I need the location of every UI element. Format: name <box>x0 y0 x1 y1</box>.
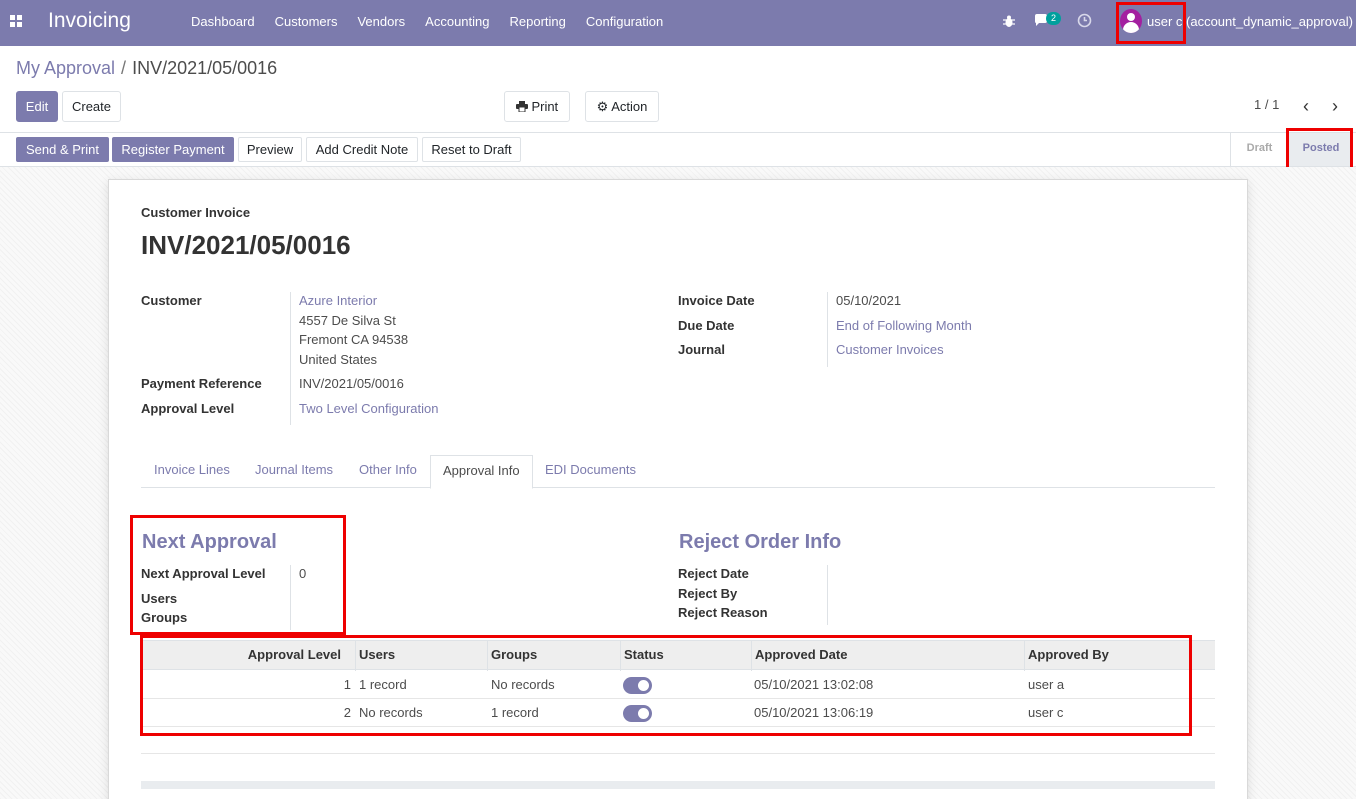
pager-previous-icon[interactable]: ‹ <box>1303 96 1309 117</box>
notebook-tabs: Invoice Lines Journal Items Other Info A… <box>141 455 1215 489</box>
breadcrumb: My Approval / INV/2021/05/0016 <box>16 58 277 79</box>
tab-edi-documents[interactable]: EDI Documents <box>533 455 648 488</box>
preview-button[interactable]: Preview <box>238 137 302 162</box>
invoice-number: INV/2021/05/0016 <box>141 230 351 260</box>
highlight-posted <box>1286 128 1353 171</box>
action-button[interactable]: ⚙ Action <box>585 91 659 122</box>
invoice-date-label: Invoice Date <box>678 293 755 308</box>
print-button[interactable]: Print <box>504 91 570 122</box>
customer-address-line: 4557 De Silva St <box>299 313 396 328</box>
reject-by-label: Reject By <box>678 586 738 601</box>
tab-other-info[interactable]: Other Info <box>347 455 429 488</box>
menu-dashboard[interactable]: Dashboard <box>181 0 265 46</box>
stage-draft[interactable]: Draft <box>1230 133 1288 166</box>
pager-next-icon[interactable]: › <box>1332 96 1338 117</box>
customer-name[interactable]: Azure Interior <box>299 293 377 308</box>
field-divider <box>827 292 828 367</box>
breadcrumb-current: INV/2021/05/0016 <box>132 58 278 78</box>
approval-level-value[interactable]: Two Level Configuration <box>299 401 438 416</box>
due-date-label: Due Date <box>678 318 735 333</box>
action-label: Action <box>611 99 648 114</box>
highlight-approval-table <box>140 635 1192 736</box>
print-label: Print <box>531 99 559 114</box>
customer-address-line: United States <box>299 352 378 367</box>
highlight-next-approval <box>130 515 346 635</box>
payment-reference-value: INV/2021/05/0016 <box>299 376 404 391</box>
field-divider <box>290 292 291 425</box>
invoice-type: Customer Invoice <box>141 205 251 220</box>
breadcrumb-parent[interactable]: My Approval <box>16 58 115 78</box>
apps-menu-icon[interactable] <box>10 15 23 28</box>
invoice-date-value: 05/10/2021 <box>836 293 902 308</box>
reject-info-title: Reject Order Info <box>679 531 842 553</box>
app-title[interactable]: Invoicing <box>48 9 131 33</box>
payment-reference-label: Payment Reference <box>141 376 262 391</box>
menu-configuration[interactable]: Configuration <box>576 0 673 46</box>
pager-value[interactable]: 1 / 1 <box>1254 97 1279 112</box>
edit-button[interactable]: Edit <box>16 91 58 122</box>
tab-journal-items[interactable]: Journal Items <box>243 455 345 488</box>
bug-icon[interactable] <box>1002 14 1016 28</box>
reset-to-draft-button[interactable]: Reset to Draft <box>422 137 521 162</box>
main-menu: Dashboard Customers Vendors Accounting R… <box>181 0 673 46</box>
journal-value[interactable]: Customer Invoices <box>836 342 944 357</box>
breadcrumb-separator: / <box>121 58 127 78</box>
add-credit-note-button[interactable]: Add Credit Note <box>306 137 418 162</box>
create-button[interactable]: Create <box>62 91 121 122</box>
menu-vendors[interactable]: Vendors <box>347 0 415 46</box>
highlight-user <box>1116 2 1186 44</box>
section-footer <box>141 781 1215 789</box>
printer-icon <box>515 101 528 113</box>
customer-address-line: Fremont CA 94538 <box>299 332 409 347</box>
menu-accounting[interactable]: Accounting <box>415 0 499 46</box>
gear-icon: ⚙ <box>596 99 609 114</box>
due-date-value[interactable]: End of Following Month <box>836 318 972 333</box>
customer-label: Customer <box>141 293 202 308</box>
menu-customers[interactable]: Customers <box>265 0 348 46</box>
reject-reason-label: Reject Reason <box>678 605 768 620</box>
journal-label: Journal <box>678 342 725 357</box>
approval-level-label: Approval Level <box>141 401 235 416</box>
register-payment-button[interactable]: Register Payment <box>112 137 234 162</box>
menu-reporting[interactable]: Reporting <box>500 0 576 46</box>
activity-clock-icon[interactable] <box>1077 13 1092 28</box>
invoice-sheet: Customer Invoice INV/2021/05/0016 Custom… <box>108 179 1248 799</box>
send-print-button[interactable]: Send & Print <box>16 137 109 162</box>
reject-date-label: Reject Date <box>678 566 749 581</box>
tab-approval-info[interactable]: Approval Info <box>430 455 533 489</box>
field-divider <box>827 565 828 625</box>
tab-invoice-lines[interactable]: Invoice Lines <box>142 455 242 488</box>
message-count-badge: 2 <box>1046 12 1062 25</box>
